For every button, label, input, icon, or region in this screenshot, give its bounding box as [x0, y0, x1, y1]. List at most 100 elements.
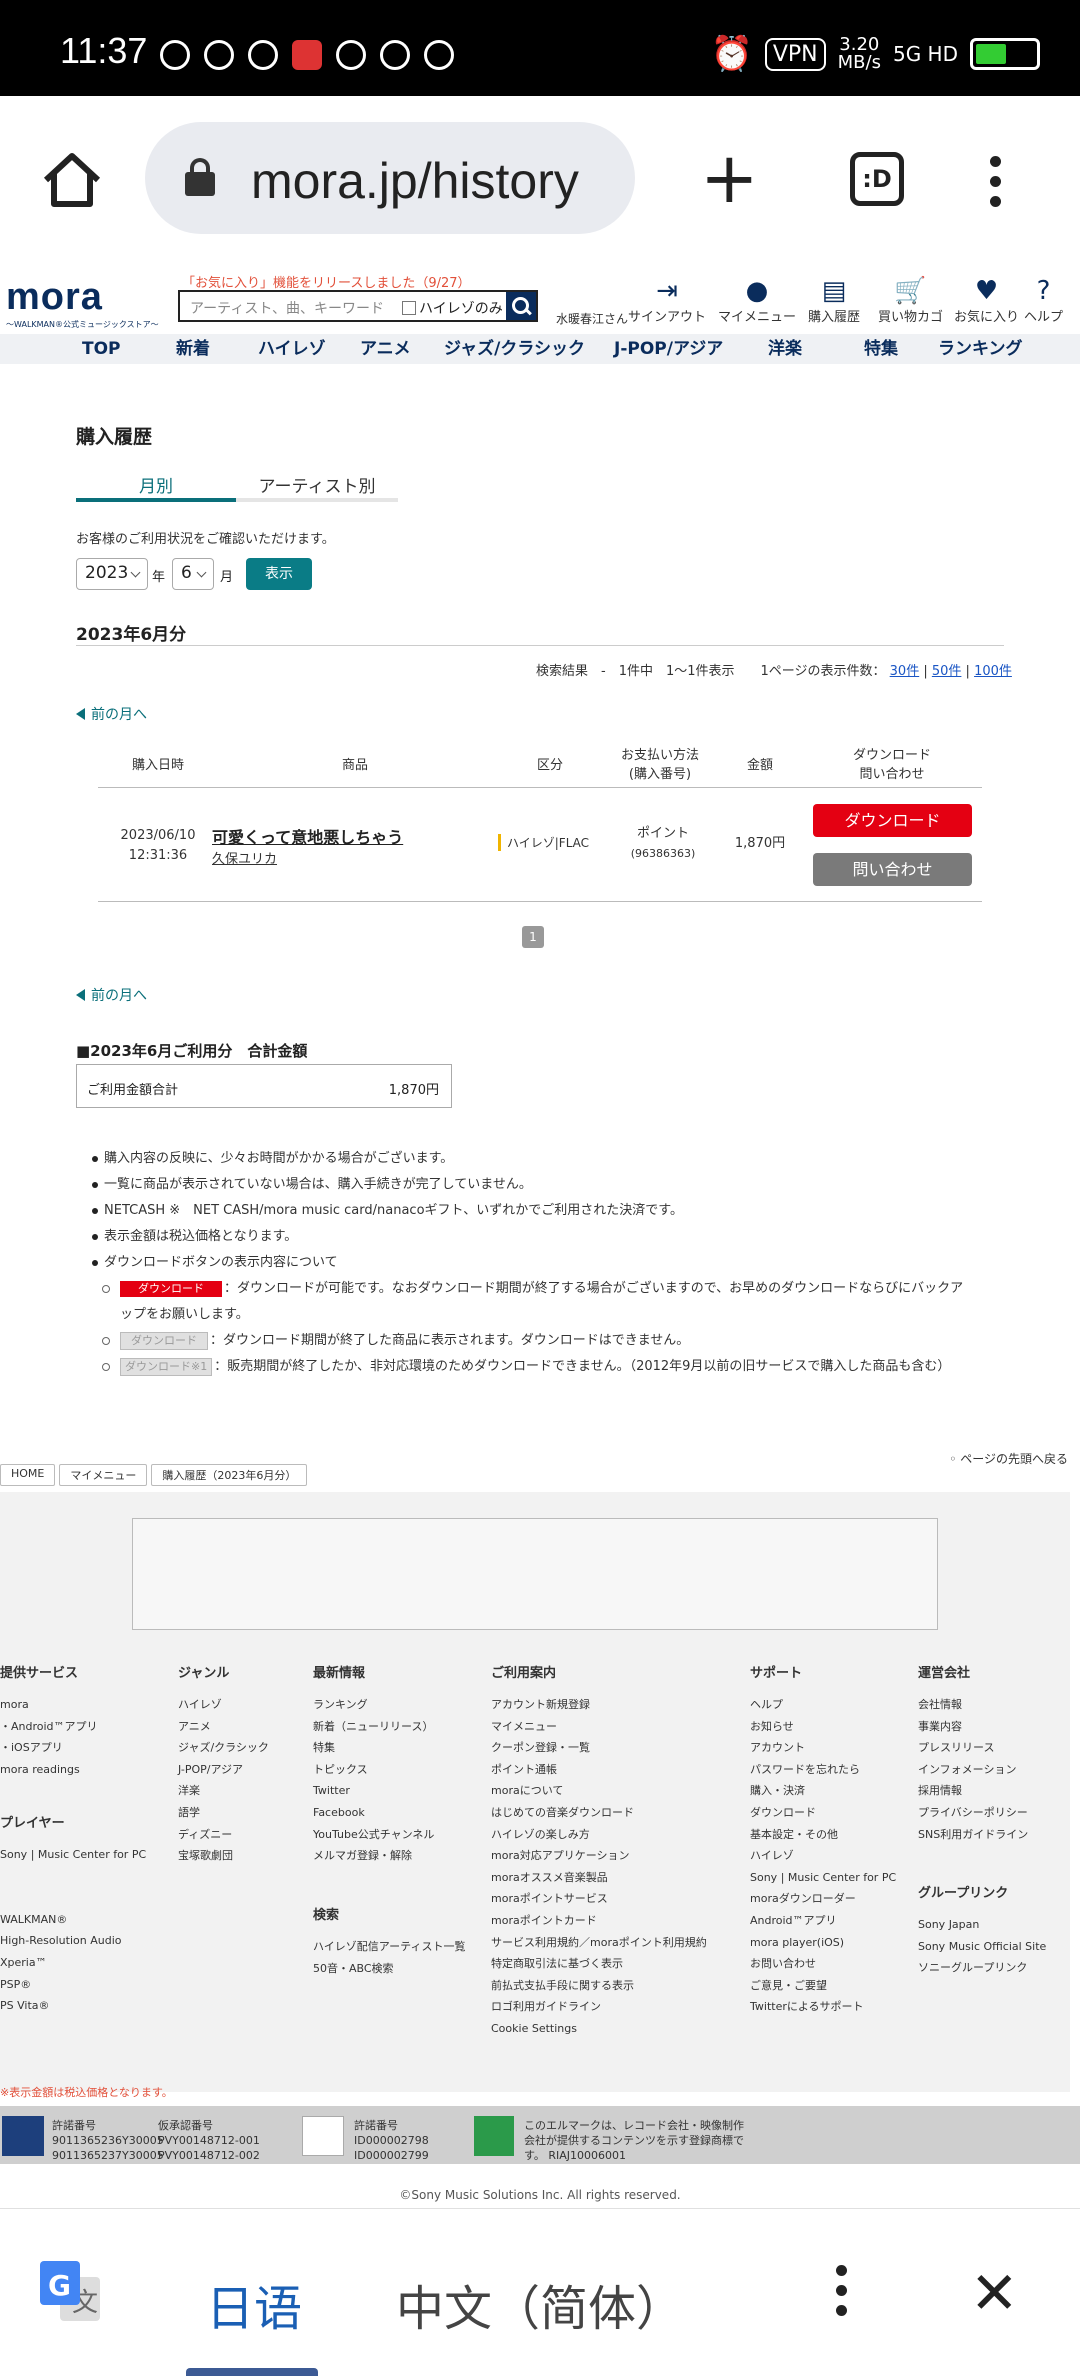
footer-link[interactable]: お問い合わせ — [750, 1953, 896, 1975]
footer-link[interactable]: ご意見・ご要望 — [750, 1975, 896, 1997]
gnav-ranking[interactable]: ランキング — [938, 334, 1023, 364]
footer-link[interactable]: 特集 — [313, 1737, 434, 1759]
footer-link[interactable]: SNS利用ガイドライン — [918, 1824, 1028, 1846]
footer-link[interactable]: PSP® — [0, 1974, 146, 1996]
breadcrumb-home[interactable]: HOME — [0, 1464, 56, 1486]
gnav-western[interactable]: 洋楽 — [768, 334, 802, 364]
gnav-jpop-asia[interactable]: J-POP/アジア — [614, 334, 723, 364]
nav-help[interactable]: ? ヘルプ — [1024, 276, 1063, 325]
footer-link[interactable]: 50音・ABC検索 — [313, 1958, 465, 1980]
footer-link[interactable]: Twitter — [313, 1780, 434, 1802]
footer-link[interactable]: ディズニー — [178, 1824, 269, 1846]
footer-link[interactable]: Sony | Music Center for PC — [750, 1867, 896, 1889]
footer-link[interactable]: ポイント通帳 — [491, 1759, 707, 1781]
footer-link[interactable]: アカウント新規登録 — [491, 1694, 707, 1716]
footer-link[interactable]: 会社情報 — [918, 1694, 1028, 1716]
gnav-jazz-classic[interactable]: ジャズ/クラシック — [444, 334, 585, 364]
footer-link[interactable]: メルマガ登録・解除 — [313, 1845, 434, 1867]
browser-menu-icon[interactable] — [990, 156, 1002, 216]
nav-signout[interactable]: ⇥ サインアウト — [628, 276, 706, 325]
footer-link[interactable]: J-POP/アジア — [178, 1759, 269, 1781]
footer-link[interactable]: ランキング — [313, 1694, 434, 1716]
footer-link[interactable]: mora readings — [0, 1759, 98, 1781]
footer-link[interactable]: 採用情報 — [918, 1780, 1028, 1802]
download-button[interactable]: ダウンロード — [813, 804, 972, 837]
footer-link[interactable]: mora対応アプリケーション — [491, 1845, 707, 1867]
footer-link[interactable]: 前払式支払手段に関する表示 — [491, 1975, 707, 1997]
footer-link[interactable]: 語学 — [178, 1802, 269, 1824]
footer-link[interactable]: 宝塚歌劇団 — [178, 1845, 269, 1867]
footer-link[interactable]: mora — [0, 1694, 98, 1716]
footer-link[interactable]: 購入・決済 — [750, 1780, 896, 1802]
prev-month-link[interactable]: 前の月へ — [76, 704, 147, 724]
show-button[interactable]: 表示 — [246, 558, 312, 590]
inquiry-button[interactable]: 問い合わせ — [813, 853, 972, 886]
footer-link[interactable]: プライバシーポリシー — [918, 1802, 1028, 1824]
mora-logo[interactable]: mora 〜WALKMAN®公式ミュージックストア〜 — [6, 276, 166, 332]
artist-link[interactable]: 久保ユリカ — [212, 848, 277, 867]
footer-link[interactable]: ヘルプ — [750, 1694, 896, 1716]
home-icon[interactable] — [42, 152, 102, 208]
nav-history[interactable]: ▤ 購入履歴 — [808, 276, 860, 325]
footer-link[interactable]: マイメニュー — [491, 1716, 707, 1738]
nav-cart[interactable]: 🛒 買い物カゴ — [878, 276, 943, 325]
footer-link[interactable]: ハイレゾ配信アーティスト一覧 — [313, 1936, 465, 1958]
footer-link[interactable]: moraダウンローダー — [750, 1888, 896, 1910]
footer-link[interactable]: プレスリリース — [918, 1737, 1028, 1759]
year-select[interactable]: 2023 — [76, 558, 148, 590]
footer-link[interactable]: moraについて — [491, 1780, 707, 1802]
hires-only-checkbox[interactable]: ハイレゾのみ — [402, 298, 503, 318]
footer-link[interactable]: Sony Music Official Site — [918, 1936, 1046, 1958]
gnav-hires[interactable]: ハイレゾ — [258, 334, 326, 364]
footer-link[interactable]: mora player(iOS) — [750, 1932, 896, 1954]
footer-link[interactable]: ハイレゾ — [750, 1845, 896, 1867]
page-size-30[interactable]: 30件 — [890, 664, 920, 679]
ad-banner[interactable] — [132, 1518, 938, 1630]
tab-monthly[interactable]: 月別 — [76, 472, 236, 502]
footer-link[interactable]: 新着（ニューリリース） — [313, 1716, 434, 1738]
footer-link[interactable]: 洋楽 — [178, 1780, 269, 1802]
footer-link[interactable]: ジャズ/クラシック — [178, 1737, 269, 1759]
search-input[interactable]: アーティスト、曲、キーワード — [190, 298, 384, 318]
footer-link[interactable]: PS Vita® — [0, 1995, 146, 2017]
month-select[interactable]: 6 — [172, 558, 214, 590]
footer-link[interactable]: ロゴ利用ガイドライン — [491, 1996, 707, 2018]
target-language-tab[interactable]: 中文（简体） — [396, 2269, 684, 2339]
search-button[interactable] — [506, 292, 536, 320]
back-to-top-link[interactable]: ◦ ページの先頭へ戻る — [949, 1450, 1068, 1467]
new-tab-icon[interactable]: + — [700, 143, 759, 213]
gnav-new[interactable]: 新着 — [176, 334, 210, 364]
source-language-tab[interactable]: 日语 — [206, 2269, 302, 2339]
footer-link[interactable]: トピックス — [313, 1759, 434, 1781]
footer-link[interactable]: Facebook — [313, 1802, 434, 1824]
tab-switcher-button[interactable]: :D — [850, 152, 904, 206]
nav-mymenu[interactable]: ● マイメニュー — [718, 276, 796, 325]
footer-link[interactable]: Twitterによるサポート — [750, 1996, 896, 2018]
footer-link[interactable]: ・Android™アプリ — [0, 1716, 98, 1738]
footer-link[interactable]: 特定商取引法に基づく表示 — [491, 1953, 707, 1975]
footer-link[interactable]: moraポイントカード — [491, 1910, 707, 1932]
footer-link[interactable]: Sony Japan — [918, 1914, 1046, 1936]
footer-link[interactable]: ・iOSアプリ — [0, 1737, 98, 1759]
translate-menu-icon[interactable] — [836, 2265, 848, 2325]
footer-link[interactable]: High-Resolution Audio — [0, 1930, 146, 1952]
address-bar[interactable]: mora.jp/history — [145, 122, 635, 234]
footer-link[interactable]: moraオススメ音楽製品 — [491, 1867, 707, 1889]
gnav-features[interactable]: 特集 — [864, 334, 898, 364]
google-translate-icon[interactable]: 文 G — [38, 2259, 104, 2325]
footer-link[interactable]: ダウンロード — [750, 1802, 896, 1824]
footer-link[interactable]: お知らせ — [750, 1716, 896, 1738]
footer-link[interactable]: はじめての音楽ダウンロード — [491, 1802, 707, 1824]
footer-link[interactable]: アカウント — [750, 1737, 896, 1759]
prev-month-link-bottom[interactable]: 前の月へ — [76, 985, 147, 1005]
close-icon[interactable]: ✕ — [970, 2263, 1019, 2323]
footer-link[interactable]: Cookie Settings — [491, 2018, 707, 2040]
gnav-anime[interactable]: アニメ — [360, 334, 411, 364]
footer-link[interactable]: ソニーグループリンク — [918, 1957, 1046, 1979]
tab-by-artist[interactable]: アーティスト別 — [236, 472, 398, 502]
footer-link[interactable]: クーポン登録・一覧 — [491, 1737, 707, 1759]
page-size-100[interactable]: 100件 — [974, 664, 1012, 679]
pagination-page[interactable]: 1 — [522, 926, 544, 948]
footer-link[interactable]: ハイレゾ — [178, 1694, 269, 1716]
footer-link[interactable]: WALKMAN® — [0, 1909, 146, 1931]
